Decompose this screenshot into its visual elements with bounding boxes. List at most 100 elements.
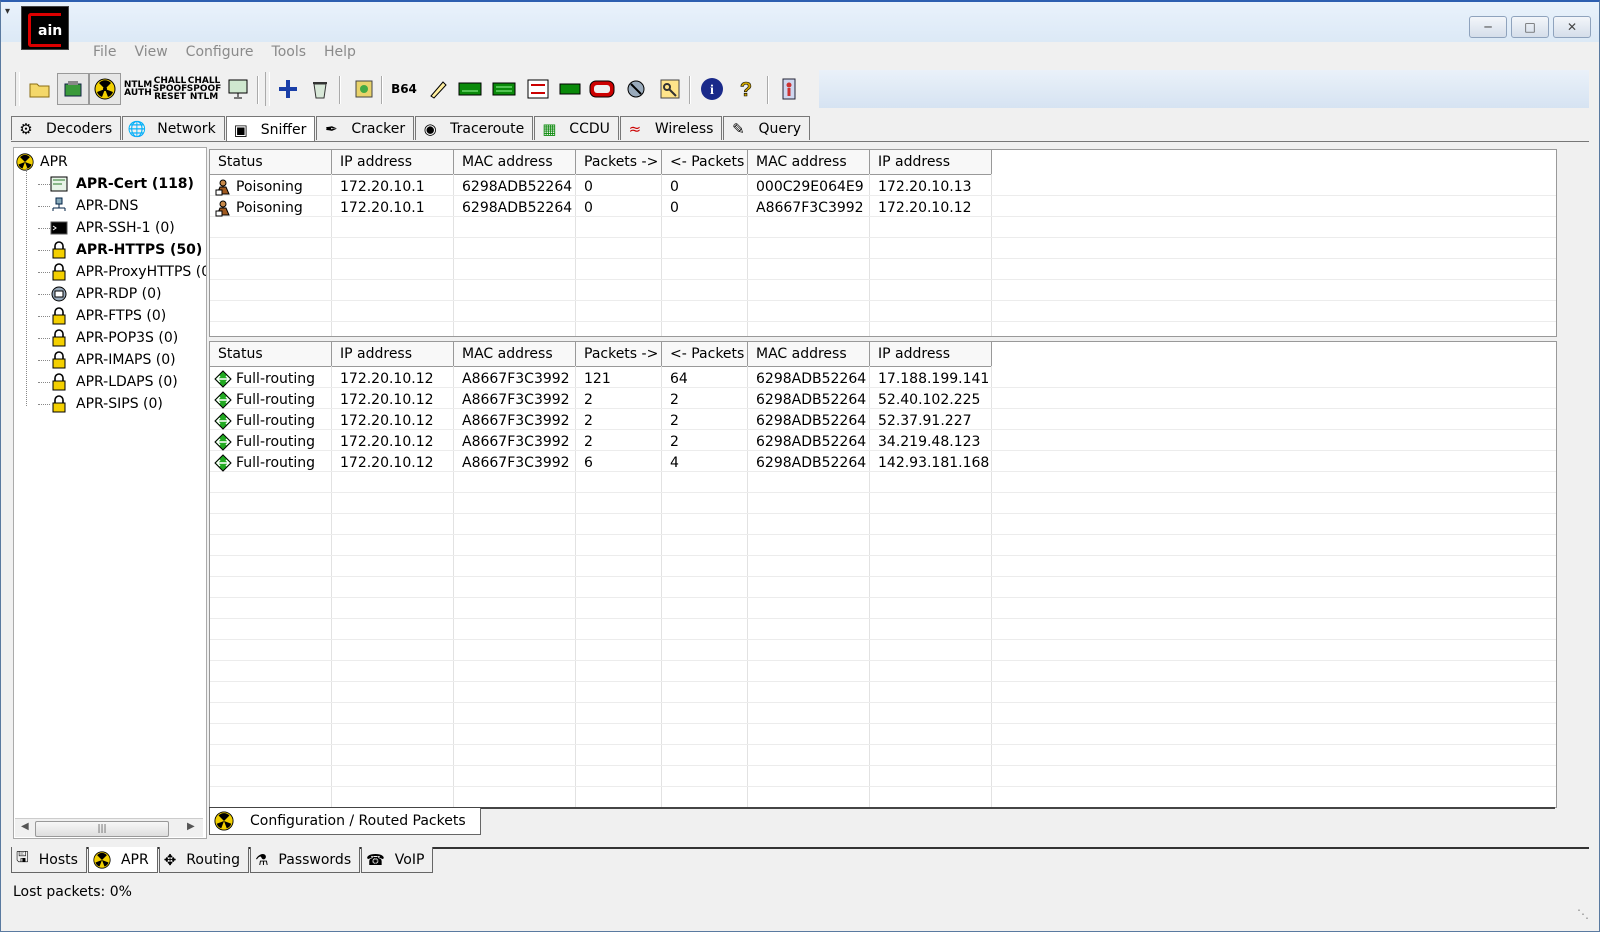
- system-menu-icon[interactable]: ▾: [5, 6, 10, 17]
- column-header[interactable]: MAC address: [454, 342, 576, 366]
- open-folder-icon[interactable]: [27, 76, 53, 102]
- table-cell: Full-routing: [210, 452, 332, 473]
- tree-item[interactable]: APR-Cert (118): [38, 174, 194, 194]
- column-header[interactable]: Packets ->: [576, 150, 662, 174]
- apr-tree: APR APR-Cert (118) APR-DNS APR-SSH-1 (0) AP…: [13, 147, 207, 839]
- tools-icon[interactable]: [623, 76, 649, 102]
- column-header[interactable]: <- Packets: [662, 150, 748, 174]
- toolbar-grip-2[interactable]: [265, 72, 270, 106]
- column-header[interactable]: MAC address: [454, 150, 576, 174]
- menu-file[interactable]: File: [93, 44, 116, 60]
- tree-item[interactable]: APR-POP3S (0): [38, 328, 178, 348]
- add-icon[interactable]: [275, 76, 301, 102]
- tab-routing[interactable]: ✥ Routing: [158, 847, 249, 873]
- remove-icon[interactable]: [307, 76, 333, 102]
- scroll-right-icon[interactable]: ▶: [187, 821, 195, 832]
- menu-tools[interactable]: Tools: [272, 44, 307, 60]
- column-header[interactable]: IP address: [332, 150, 454, 174]
- table-cell: 6: [584, 454, 593, 471]
- column-header[interactable]: Status: [210, 342, 332, 366]
- table-cell: 4: [670, 454, 679, 471]
- full-routing-status-icon: [214, 390, 232, 409]
- tree-item[interactable]: APR-HTTPS (50): [38, 240, 202, 260]
- network-card-icon[interactable]: [557, 76, 583, 102]
- wifi-icon[interactable]: [457, 76, 483, 102]
- base64-icon[interactable]: B64: [391, 76, 417, 102]
- status-text: Full-routing: [236, 412, 316, 429]
- column-header[interactable]: IP address: [332, 342, 454, 366]
- tree-root-apr[interactable]: APR: [16, 152, 68, 172]
- column-header[interactable]: Status: [210, 150, 332, 174]
- rc-icon[interactable]: [525, 76, 551, 102]
- vpn-icon[interactable]: [491, 76, 517, 102]
- menu-view[interactable]: View: [134, 44, 167, 60]
- tree-item[interactable]: APR-SSH-1 (0): [38, 218, 175, 238]
- tab-network[interactable]: 🌐 Network: [122, 116, 225, 140]
- table-cell: 2: [584, 391, 593, 408]
- help-icon[interactable]: ?: [733, 76, 759, 102]
- tree-item[interactable]: APR-ProxyHTTPS (0): [38, 262, 206, 282]
- tab-voip[interactable]: ☎ VoIP: [361, 847, 434, 873]
- table-cell: Full-routing: [210, 389, 332, 410]
- menu-help[interactable]: Help: [324, 44, 356, 60]
- tab-query[interactable]: ✎ Query: [723, 116, 810, 140]
- table-row[interactable]: Full-routing 172.20.10.12 A8667F3C3992 121 6…: [210, 368, 992, 389]
- tab-decoders[interactable]: ⚙ Decoders: [11, 116, 122, 140]
- minimize-button[interactable]: ─: [1469, 16, 1507, 38]
- monitor-icon[interactable]: [225, 76, 251, 102]
- table-cell: A8667F3C3992: [462, 454, 570, 471]
- lock-icon: [50, 263, 68, 281]
- full-routing-status-icon: [214, 369, 232, 388]
- full-routing-status-icon: [214, 411, 232, 430]
- close-button[interactable]: ✕: [1553, 16, 1591, 38]
- tab-passwords[interactable]: ⚗ Passwords: [249, 847, 361, 873]
- tree-horizontal-scrollbar[interactable]: ◀ ||| ▶: [15, 818, 203, 837]
- column-header[interactable]: <- Packets: [662, 342, 748, 366]
- tree-item[interactable]: APR-RDP (0): [38, 284, 161, 304]
- start-apr-icon[interactable]: [89, 73, 121, 105]
- tab-sniffer[interactable]: ▣ Sniffer: [225, 116, 316, 142]
- ntlm-auth-icon[interactable]: NTLM AUTH: [124, 76, 152, 102]
- tab-traceroute[interactable]: ◉ Traceroute: [415, 116, 534, 140]
- table-row[interactable]: Full-routing 172.20.10.12 A8667F3C3992 2 2 62…: [210, 389, 992, 410]
- table-row[interactable]: Full-routing 172.20.10.12 A8667F3C3992 6 4 62…: [210, 452, 992, 473]
- scan-icon[interactable]: [351, 76, 377, 102]
- table-row[interactable]: Full-routing 172.20.10.12 A8667F3C3992 2 2 62…: [210, 410, 992, 431]
- column-header[interactable]: Packets ->: [576, 342, 662, 366]
- tab-configuration-routed-packets[interactable]: Configuration / Routed Packets: [209, 808, 481, 835]
- chall-spoof-ntlm-icon[interactable]: CHALL SPOOF NTLM: [187, 76, 222, 102]
- table-header: Status IP address MAC address Packets -> <- …: [210, 150, 992, 175]
- table-row[interactable]: Poisoning 172.20.10.1 6298ADB52264 0 0 000C29…: [210, 176, 992, 197]
- column-header[interactable]: MAC address: [748, 342, 870, 366]
- tab-wireless[interactable]: ≈ Wireless: [619, 116, 723, 140]
- tree-item[interactable]: APR-LDAPS (0): [38, 372, 178, 392]
- tab-ccdu[interactable]: ▦ CCDU: [534, 116, 619, 140]
- table-row[interactable]: Full-routing 172.20.10.12 A8667F3C3992 2 2 62…: [210, 431, 992, 452]
- tab-cracker[interactable]: ✒ Cracker: [316, 116, 415, 140]
- menu-configure[interactable]: Configure: [186, 44, 254, 60]
- pencil-note-icon[interactable]: [425, 76, 451, 102]
- toolbar-grip[interactable]: [15, 72, 20, 106]
- resize-grip-icon[interactable]: ⋱: [1577, 907, 1589, 921]
- maximize-button[interactable]: □: [1511, 16, 1549, 38]
- title-bar: ▾ ain ─ □ ✕: [1, 2, 1599, 50]
- table-cell: 172.20.10.1: [340, 199, 425, 216]
- chall-spoof-reset-icon[interactable]: CHALL SPOOF RESET: [153, 76, 188, 102]
- tab-hosts[interactable]: 🖫 Hosts: [11, 847, 87, 873]
- scroll-left-icon[interactable]: ◀: [21, 821, 29, 832]
- tab-apr[interactable]: APR: [87, 847, 158, 873]
- token-icon[interactable]: [589, 76, 615, 102]
- column-header[interactable]: MAC address: [748, 150, 870, 174]
- table-row[interactable]: Poisoning 172.20.10.1 6298ADB52264 0 0 A8667F…: [210, 197, 992, 218]
- scroll-thumb[interactable]: |||: [35, 821, 169, 837]
- tree-item[interactable]: APR-SIPS (0): [38, 394, 163, 414]
- key-icon[interactable]: [657, 76, 683, 102]
- tree-item[interactable]: APR-IMAPS (0): [38, 350, 176, 370]
- column-header[interactable]: IP address: [870, 150, 992, 174]
- tree-item[interactable]: APR-DNS: [38, 196, 138, 216]
- column-header[interactable]: IP address: [870, 342, 992, 366]
- start-sniffer-icon[interactable]: [57, 73, 89, 105]
- tree-item[interactable]: APR-FTPS (0): [38, 306, 166, 326]
- info-icon[interactable]: i: [699, 76, 725, 102]
- exit-icon[interactable]: [777, 76, 803, 102]
